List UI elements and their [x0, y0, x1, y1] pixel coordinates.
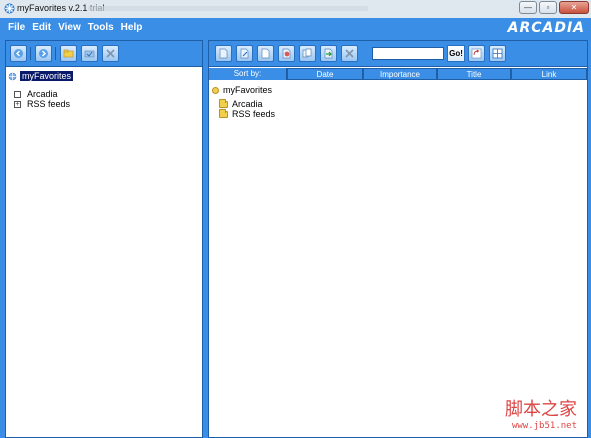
folder-icon	[219, 108, 228, 118]
delete-icon	[345, 49, 354, 58]
tree-item-rss-feeds[interactable]: + RSS feeds	[14, 99, 70, 109]
watermark-url: www.jb51.net	[511, 421, 577, 431]
title-bar: myFavorites v.2.1 trial — ▫ ✕	[0, 0, 591, 18]
new-folder-button[interactable]	[60, 45, 77, 62]
favorites-list-panel: Go! Sort by: Date Importance Title Link …	[208, 40, 588, 438]
page-button[interactable]	[215, 45, 232, 62]
delete-folder-button[interactable]	[102, 45, 119, 62]
forward-button[interactable]	[35, 45, 52, 62]
move-page-icon	[324, 48, 333, 59]
right-toolbar: Go!	[209, 41, 587, 67]
open-folder-icon	[84, 50, 95, 58]
root-bullet-icon	[212, 86, 219, 94]
column-importance[interactable]: Importance	[363, 68, 437, 80]
tree-item-label: RSS feeds	[27, 99, 71, 109]
maximize-button[interactable]: ▫	[539, 1, 557, 14]
sort-by-label: Sort by:	[209, 68, 287, 80]
blank-page-icon	[261, 48, 270, 59]
refresh-icon	[471, 48, 482, 59]
blank-page-button[interactable]	[257, 45, 274, 62]
menu-view[interactable]: View	[58, 22, 81, 33]
toolbar-separator	[30, 47, 31, 60]
column-title[interactable]: Title	[437, 68, 511, 80]
blurred-title-detail	[88, 6, 368, 11]
web-page-button[interactable]	[278, 45, 295, 62]
delete-icon	[106, 49, 115, 58]
search-input[interactable]	[372, 47, 444, 60]
page-icon	[219, 48, 228, 59]
menu-edit[interactable]: Edit	[32, 22, 51, 33]
watermark: 脚本之家 www.jb51.net	[505, 395, 577, 431]
column-link[interactable]: Link	[511, 68, 587, 80]
list-item-arcadia[interactable]: Arcadia	[219, 98, 263, 109]
delete-page-button[interactable]	[341, 45, 358, 62]
column-date[interactable]: Date	[287, 68, 363, 80]
left-toolbar	[6, 41, 202, 67]
minimize-button[interactable]: —	[519, 1, 537, 14]
list-header: Sort by: Date Importance Title Link	[209, 68, 587, 80]
folder-tree-panel: myFavorites Arcadia + RSS feeds	[5, 40, 203, 438]
favorites-list: myFavorites Arcadia RSS feeds	[209, 81, 587, 437]
tree-expander[interactable]	[14, 90, 21, 98]
folder-icon	[219, 98, 228, 108]
close-icon: ✕	[570, 3, 578, 12]
grid-button[interactable]	[489, 45, 506, 62]
tree-root-label: myFavorites	[20, 71, 74, 81]
grid-icon	[492, 48, 503, 59]
list-item-label: Arcadia	[232, 99, 263, 109]
tree-expander[interactable]: +	[14, 100, 21, 108]
web-page-icon	[282, 48, 291, 59]
menu-tools[interactable]: Tools	[88, 22, 114, 33]
favorites-root-icon	[8, 72, 17, 80]
copy-page-button[interactable]	[299, 45, 316, 62]
list-item-rss-feeds[interactable]: RSS feeds	[219, 108, 276, 119]
tree-item-label: Arcadia	[27, 89, 58, 99]
toolbar-separator	[55, 47, 56, 60]
tree-item-arcadia[interactable]: Arcadia	[14, 89, 58, 99]
arcadia-logo: ARCADIA	[507, 20, 585, 36]
menu-help[interactable]: Help	[121, 22, 143, 33]
close-button[interactable]: ✕	[559, 1, 589, 14]
edit-page-icon	[240, 48, 249, 59]
new-folder-icon	[63, 49, 74, 58]
open-folder-button[interactable]	[81, 45, 98, 62]
maximize-icon: ▫	[546, 3, 550, 12]
menu-file[interactable]: File	[8, 22, 25, 33]
forward-icon	[39, 49, 48, 58]
minimize-icon: —	[524, 3, 532, 12]
folder-tree: myFavorites Arcadia + RSS feeds	[6, 68, 202, 437]
list-root-label: myFavorites	[223, 85, 273, 95]
back-button[interactable]	[10, 45, 27, 62]
back-icon	[14, 49, 23, 58]
move-page-button[interactable]	[320, 45, 337, 62]
list-root[interactable]: myFavorites	[212, 85, 272, 95]
watermark-title: 脚本之家	[505, 399, 577, 420]
menu-bar: File Edit View Tools Help ARCADIA	[0, 18, 591, 38]
app-icon	[4, 3, 15, 14]
go-button[interactable]: Go!	[447, 45, 465, 62]
edit-page-button[interactable]	[236, 45, 253, 62]
tree-root[interactable]: myFavorites	[8, 71, 74, 81]
refresh-button[interactable]	[468, 45, 485, 62]
list-item-label: RSS feeds	[232, 109, 276, 119]
copy-page-icon	[302, 48, 312, 58]
